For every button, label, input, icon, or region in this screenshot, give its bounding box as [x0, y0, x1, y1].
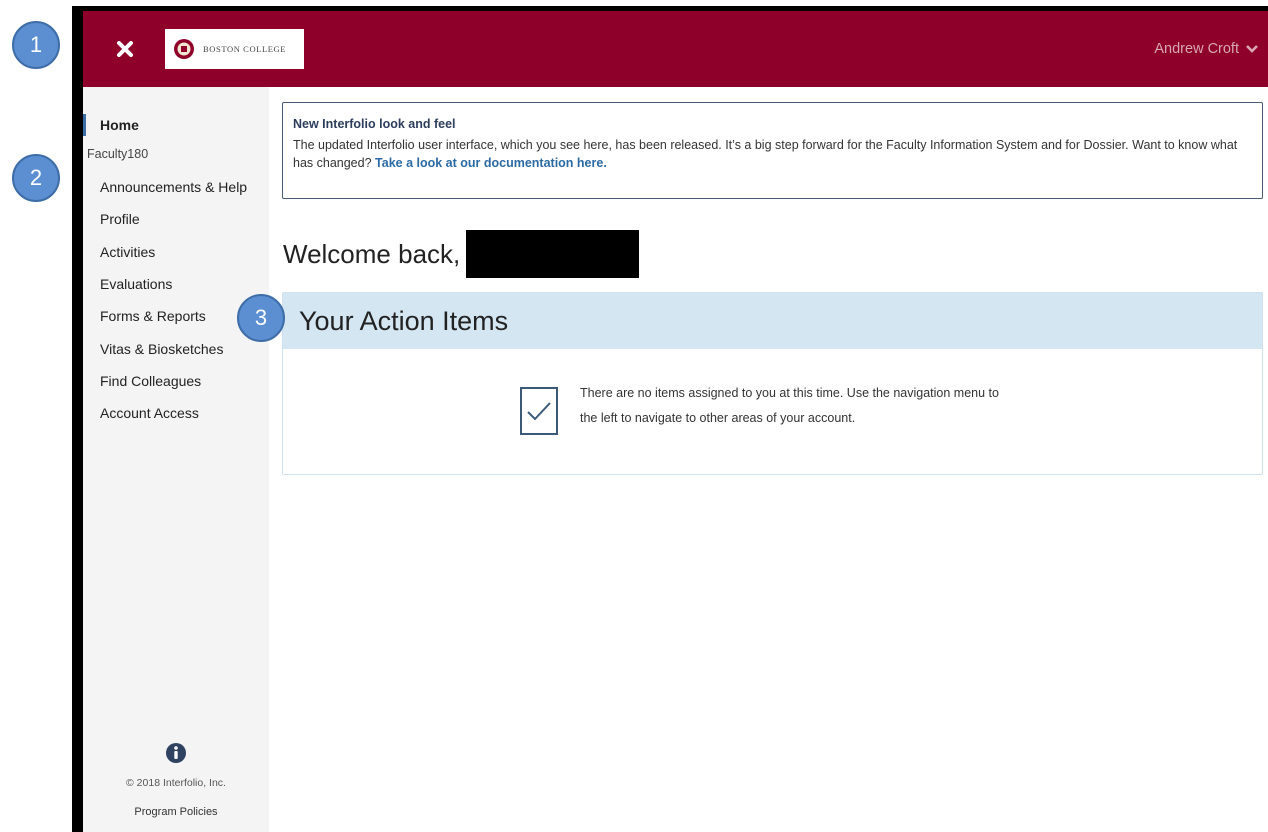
empty-state: There are no items assigned to you at th…: [520, 386, 1000, 435]
sidebar-item-evaluations[interactable]: Evaluations: [100, 268, 247, 300]
sidebar-section-faculty180: Faculty180: [87, 147, 149, 161]
documentation-link[interactable]: Take a look at our documentation here.: [375, 156, 607, 170]
user-name: Andrew Croft: [1154, 41, 1239, 57]
main-content: New Interfolio look and feel The updated…: [269, 87, 1268, 832]
sidebar-item-forms-reports[interactable]: Forms & Reports: [100, 300, 247, 332]
sidebar-footer: © 2018 Interfolio, Inc. Program Policies: [83, 742, 269, 818]
app-window: BOSTON COLLEGE Andrew Croft Home Faculty…: [72, 6, 1268, 832]
sidebar-item-vitas-biosketches[interactable]: Vitas & Biosketches: [100, 332, 247, 364]
info-icon[interactable]: [165, 742, 187, 764]
sidebar-item-home[interactable]: Home: [83, 114, 269, 136]
close-menu-button[interactable]: [107, 31, 143, 67]
chevron-down-icon: [1246, 45, 1258, 53]
empty-message: There are no items assigned to you at th…: [580, 386, 999, 425]
checkbox-icon: [520, 387, 558, 435]
boston-college-logo[interactable]: BOSTON COLLEGE: [165, 29, 304, 69]
callout-3: 3: [237, 294, 285, 342]
callout-2: 2: [12, 154, 60, 202]
banner-body: The updated Interfolio user interface, w…: [293, 136, 1252, 172]
sidebar-item-activities[interactable]: Activities: [100, 236, 247, 268]
sidebar-item-profile[interactable]: Profile: [100, 203, 247, 235]
banner-title: New Interfolio look and feel: [293, 117, 456, 131]
copyright-text: © 2018 Interfolio, Inc.: [126, 777, 226, 789]
action-items-title: Your Action Items: [299, 305, 509, 336]
sidebar-item-announcements[interactable]: Announcements & Help: [100, 171, 247, 203]
welcome-text: Welcome back,: [283, 238, 461, 269]
action-items-header: Your Action Items: [283, 293, 1262, 349]
redacted-name: [466, 230, 640, 278]
program-policies-link[interactable]: Program Policies: [83, 806, 269, 818]
action-items-panel: Your Action Items There are no items ass…: [282, 292, 1263, 475]
callout-1: 1: [12, 21, 60, 69]
welcome-heading: Welcome back,: [283, 230, 640, 278]
logo-text: BOSTON COLLEGE: [203, 44, 287, 54]
checkmark-icon: [527, 402, 551, 421]
sidebar-nav: Announcements & Help Profile Activities …: [100, 171, 247, 429]
sidebar-item-account-access[interactable]: Account Access: [100, 397, 247, 429]
close-icon: [117, 41, 133, 57]
user-menu[interactable]: Andrew Croft: [1154, 41, 1258, 57]
sidebar: Home Faculty180 Announcements & Help Pro…: [83, 87, 269, 832]
announcement-banner: New Interfolio look and feel The updated…: [282, 102, 1263, 199]
sidebar-item-find-colleagues[interactable]: Find Colleagues: [100, 365, 247, 397]
top-bar: BOSTON COLLEGE Andrew Croft: [83, 11, 1268, 87]
seal-icon: [174, 39, 194, 59]
